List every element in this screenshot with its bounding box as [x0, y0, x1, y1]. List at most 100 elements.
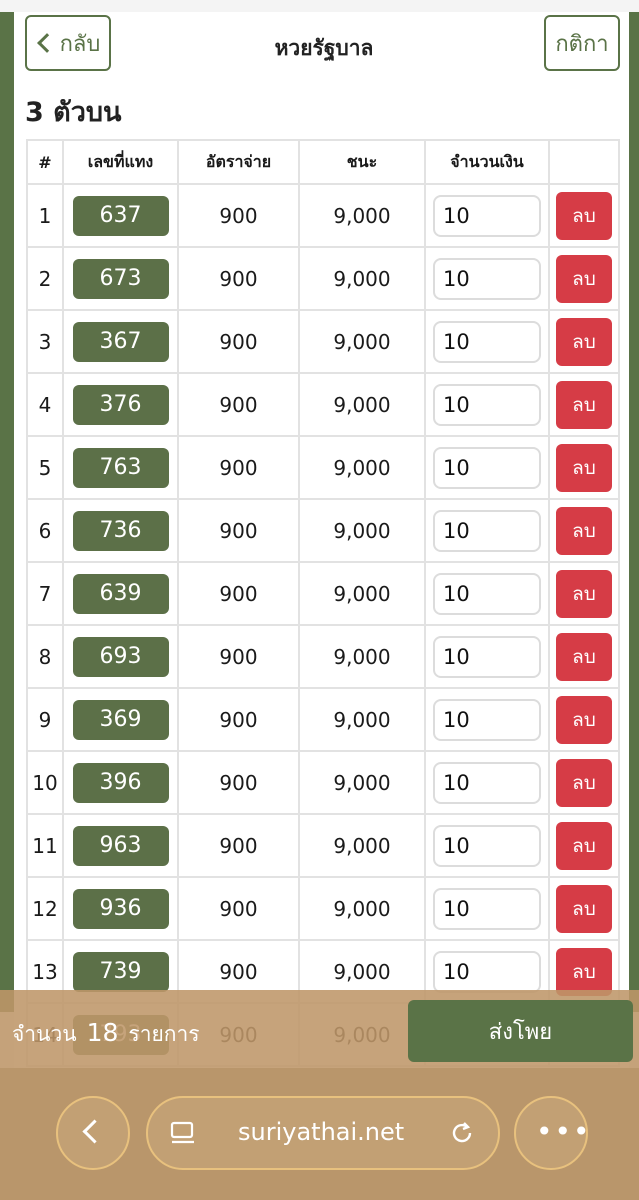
payout-rate: 900 [177, 309, 300, 374]
reader-icon[interactable] [170, 1120, 196, 1146]
action-cell: ลบ [548, 876, 620, 941]
amount-input[interactable] [433, 824, 541, 867]
reload-icon[interactable] [448, 1119, 476, 1147]
amount-input[interactable] [433, 509, 541, 552]
bet-number-cell: 673 [62, 246, 179, 311]
action-cell: ลบ [548, 498, 620, 563]
bet-number-cell: 376 [62, 372, 179, 437]
payout-rate: 900 [177, 435, 300, 500]
action-cell: ลบ [548, 183, 620, 248]
amount-input[interactable] [433, 950, 541, 993]
row-index: 5 [26, 435, 64, 500]
delete-button[interactable]: ลบ [556, 884, 612, 933]
bet-number-cell: 639 [62, 561, 179, 626]
delete-button[interactable]: ลบ [556, 758, 612, 807]
status-strip [0, 0, 639, 12]
delete-button[interactable]: ลบ [556, 254, 612, 303]
win-amount: 9,000 [298, 813, 426, 878]
win-amount: 9,000 [298, 372, 426, 437]
delete-button[interactable]: ลบ [556, 632, 612, 681]
col-header-amount: จำนวนเงิน [424, 139, 550, 185]
delete-button[interactable]: ลบ [556, 947, 612, 996]
amount-input[interactable] [433, 446, 541, 489]
page-title: หวยรัฐบาล [274, 36, 374, 60]
amount-cell [424, 750, 550, 815]
delete-button[interactable]: ลบ [556, 569, 612, 618]
amount-input[interactable] [433, 698, 541, 741]
table-row: 103969009,000 ลบ [26, 750, 620, 815]
delete-button[interactable]: ลบ [556, 821, 612, 870]
payout-rate: 900 [177, 498, 300, 563]
delete-button[interactable]: ลบ [556, 317, 612, 366]
bet-number-cell: 367 [62, 309, 179, 374]
row-index: 8 [26, 624, 64, 689]
bet-number-badge: 693 [72, 636, 169, 677]
action-cell: ลบ [548, 246, 620, 311]
amount-cell [424, 309, 550, 374]
bet-number-badge: 739 [72, 951, 169, 992]
amount-input[interactable] [433, 194, 541, 237]
action-cell: ลบ [548, 309, 620, 374]
delete-button[interactable]: ลบ [556, 380, 612, 429]
col-header-index: # [26, 139, 64, 185]
delete-button[interactable]: ลบ [556, 191, 612, 240]
row-index: 9 [26, 687, 64, 752]
table-row: 16379009,000 ลบ [26, 183, 620, 248]
amount-cell [424, 561, 550, 626]
bet-number-badge: 376 [72, 384, 169, 425]
rules-button[interactable]: กติกา [544, 15, 620, 71]
amount-input[interactable] [433, 635, 541, 678]
payout-rate: 900 [177, 687, 300, 752]
win-amount: 9,000 [298, 876, 426, 941]
bet-number-cell: 693 [62, 624, 179, 689]
amount-input[interactable] [433, 320, 541, 363]
delete-button[interactable]: ลบ [556, 695, 612, 744]
bet-number-cell: 736 [62, 498, 179, 563]
submit-button[interactable]: ส่งโพย [408, 1000, 633, 1062]
payout-rate: 900 [177, 813, 300, 878]
table-row: 93699009,000 ลบ [26, 687, 620, 752]
amount-input[interactable] [433, 761, 541, 804]
win-amount: 9,000 [298, 561, 426, 626]
win-amount: 9,000 [298, 750, 426, 815]
payout-rate: 900 [177, 750, 300, 815]
col-header-win: ชนะ [298, 139, 426, 185]
payout-rate: 900 [177, 372, 300, 437]
bet-number-badge: 936 [72, 888, 169, 929]
col-header-rate: อัตราจ่าย [177, 139, 300, 185]
back-button[interactable]: กลับ [25, 15, 111, 71]
amount-input[interactable] [433, 572, 541, 615]
action-cell: ลบ [548, 561, 620, 626]
bet-number-badge: 639 [72, 573, 169, 614]
bet-number-cell: 936 [62, 876, 179, 941]
bet-number-badge: 369 [72, 699, 169, 740]
amount-cell [424, 435, 550, 500]
row-index: 6 [26, 498, 64, 563]
action-cell: ลบ [548, 687, 620, 752]
amount-input[interactable] [433, 257, 541, 300]
table-row: 119639009,000 ลบ [26, 813, 620, 878]
chevron-left-icon [36, 33, 57, 53]
section-title: 3 ตัวบน [25, 97, 122, 128]
bet-number-badge: 396 [72, 762, 169, 803]
bet-table: # เลขที่แทง อัตราจ่าย ชนะ จำนวนเงิน 1 637… [26, 139, 620, 1067]
action-cell: ลบ [548, 624, 620, 689]
amount-input[interactable] [433, 887, 541, 930]
table-row: 129369009,000 ลบ [26, 876, 620, 941]
row-index: 1 [26, 183, 64, 248]
bet-number-cell: 396 [62, 750, 179, 815]
summary-count-value: 18 [86, 1018, 119, 1047]
delete-button[interactable]: ลบ [556, 506, 612, 555]
table-row: 86939009,000 ลบ [26, 624, 620, 689]
row-index: 4 [26, 372, 64, 437]
delete-button[interactable]: ลบ [556, 443, 612, 492]
url-text: suriyathai.net [238, 1118, 405, 1146]
win-amount: 9,000 [298, 309, 426, 374]
summary-suffix: รายการ [128, 1022, 200, 1046]
amount-input[interactable] [433, 383, 541, 426]
payout-rate: 900 [177, 246, 300, 311]
bet-number-badge: 736 [72, 510, 169, 551]
back-label: กลับ [59, 31, 101, 57]
payout-rate: 900 [177, 876, 300, 941]
win-amount: 9,000 [298, 246, 426, 311]
